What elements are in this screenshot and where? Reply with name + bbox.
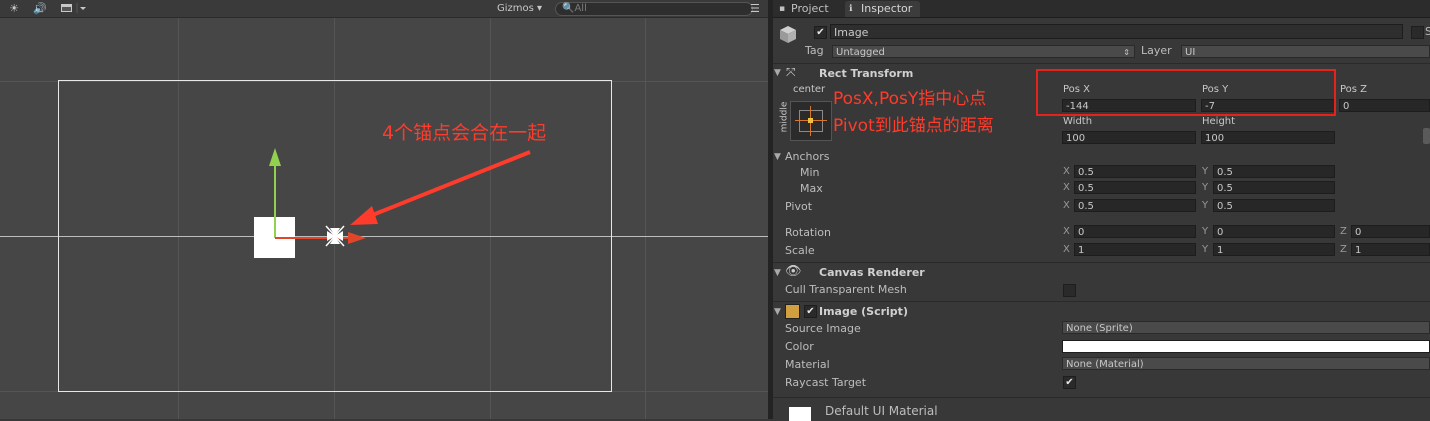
axis-z-label: Z (1340, 226, 1347, 237)
eye-icon: 👁 (785, 264, 802, 279)
foldout-arrow-icon[interactable]: ▼ (774, 68, 781, 78)
divider (773, 301, 1430, 302)
source-image-field[interactable]: None (Sprite) (1062, 321, 1430, 334)
material-field[interactable]: None (Material) (1062, 357, 1430, 370)
pivot-x-field[interactable]: 0.5 (1074, 199, 1196, 212)
foldout-arrow-icon[interactable]: ▼ (774, 152, 781, 162)
width-field[interactable]: 100 (1062, 131, 1196, 144)
annotation-line-2: Pivot到此锚点的距离 (833, 116, 994, 136)
scale-y-field[interactable]: 1 (1213, 243, 1335, 256)
cull-label: Cull Transparent Mesh (785, 283, 907, 296)
tag-dropdown[interactable]: Untagged ⇕ (832, 45, 1135, 58)
default-material-label: Default UI Material (825, 404, 938, 418)
axis-x-label: X (1063, 182, 1070, 193)
raycast-label: Raycast Target (785, 376, 867, 389)
min-label: Min (800, 166, 820, 179)
pivot-label: Pivot (785, 200, 813, 213)
scene-annotation: 4个锚点会合在一起 (382, 122, 547, 144)
cull-checkbox[interactable] (1063, 284, 1076, 297)
gizmos-dropdown[interactable]: Gizmos ▾ (497, 1, 542, 16)
height-field[interactable]: 100 (1201, 131, 1335, 144)
axis-x-label: X (1063, 226, 1070, 237)
pivot-y-field[interactable]: 0.5 (1213, 199, 1335, 212)
inspector-panel: ▪ Project ℹ Inspector ✔ Image S Tag Unta… (773, 0, 1430, 421)
menu-icon[interactable]: ☰ (750, 2, 760, 15)
image-script-header: Image (Script) (819, 305, 908, 318)
scene-gizmos (269, 148, 531, 247)
height-label: Height (1202, 116, 1236, 127)
scale-z-field[interactable]: 1 (1351, 243, 1430, 256)
anchor-max-y-field[interactable]: 0.5 (1213, 181, 1335, 194)
width-label: Width (1063, 116, 1093, 127)
layer-label: Layer (1141, 44, 1172, 57)
rotation-y-field[interactable]: 0 (1213, 225, 1335, 238)
tab-project[interactable]: ▪ Project (775, 1, 837, 17)
axis-y-label: Y (1202, 244, 1209, 255)
blueprint-mode-button[interactable] (1423, 128, 1430, 144)
annotation-arrow (350, 150, 531, 225)
active-checkbox[interactable]: ✔ (814, 26, 827, 39)
color-swatch[interactable] (1062, 340, 1430, 353)
rotation-x-field[interactable]: 0 (1074, 225, 1196, 238)
axis-x-label: X (1063, 200, 1070, 211)
anchor-min-y-field[interactable]: 0.5 (1213, 165, 1335, 178)
foldout-arrow-icon[interactable]: ▼ (774, 268, 781, 278)
material-label: Material (785, 358, 830, 371)
axis-x-label: X (1063, 166, 1070, 177)
rotation-label: Rotation (785, 226, 832, 239)
scale-x-field[interactable]: 1 (1074, 243, 1196, 256)
folder-icon: ▪ (779, 4, 786, 14)
source-image-label: Source Image (785, 322, 861, 335)
tab-inspector[interactable]: ℹ Inspector (845, 1, 921, 17)
sun-icon[interactable]: ☀ (5, 1, 23, 16)
raycast-checkbox[interactable]: ✔ (1063, 376, 1076, 389)
move-gizmo[interactable] (269, 148, 366, 244)
search-input[interactable]: 🔍All (555, 2, 753, 16)
layer-dropdown[interactable]: UI (1181, 45, 1430, 58)
static-checkbox[interactable] (1411, 26, 1424, 39)
rect-transform-icon: ⤧ (786, 65, 796, 79)
info-icon: ℹ (849, 4, 853, 14)
image-enabled-checkbox[interactable]: ✔ (804, 305, 817, 318)
anchor-preset-dot (808, 118, 813, 123)
scene-toolbar: ☀ 🔊 Gizmos ▾ 🔍All ☰ (0, 0, 768, 18)
annotation-highlight-box (1036, 69, 1336, 116)
anchors-label: Anchors (785, 150, 830, 163)
color-label: Color (785, 340, 814, 353)
max-label: Max (800, 182, 823, 195)
rect-transform-header: Rect Transform (819, 67, 914, 80)
anchor-min-x-field[interactable]: 0.5 (1074, 165, 1196, 178)
axis-x-label: X (1063, 244, 1070, 255)
divider (773, 397, 1430, 398)
image-effects-icon[interactable] (58, 1, 88, 16)
anchor-icon[interactable] (325, 225, 345, 247)
name-field[interactable]: Image (830, 24, 1403, 39)
gameobject-icon (780, 26, 796, 43)
anchor-h-label: center (793, 84, 826, 95)
scale-label: Scale (785, 244, 815, 257)
rotation-z-field[interactable]: 0 (1351, 225, 1430, 238)
anchor-v-label: middle (779, 101, 790, 133)
audio-icon[interactable]: 🔊 (30, 1, 50, 16)
axis-y-label: Y (1202, 226, 1209, 237)
posz-field[interactable]: 0 (1339, 99, 1430, 112)
image-component-icon (785, 304, 800, 319)
foldout-arrow-icon[interactable]: ▼ (774, 307, 781, 317)
divider (773, 63, 1430, 64)
axis-z-label: Z (1340, 244, 1347, 255)
tag-label: Tag (805, 44, 824, 57)
scene-view[interactable]: 4个锚点会合在一起 ☀ 🔊 Gizmos ▾ 🔍All ☰ (0, 0, 768, 419)
axis-y-label: Y (1202, 166, 1209, 177)
anchor-max-x-field[interactable]: 0.5 (1074, 181, 1196, 194)
dropdown-arrow-icon: ⇕ (1123, 48, 1130, 57)
axis-y-label: Y (1202, 182, 1209, 193)
canvas-renderer-header: Canvas Renderer (819, 266, 925, 279)
anchor-presets-button[interactable] (790, 101, 832, 141)
axis-y-label: Y (1202, 200, 1209, 211)
divider (773, 262, 1430, 263)
posz-label: Pos Z (1340, 84, 1368, 95)
annotation-line-1: PosX,PosY指中心点 (833, 89, 987, 109)
static-label: S (1425, 25, 1430, 38)
tab-bar: ▪ Project ℹ Inspector (773, 0, 1430, 18)
